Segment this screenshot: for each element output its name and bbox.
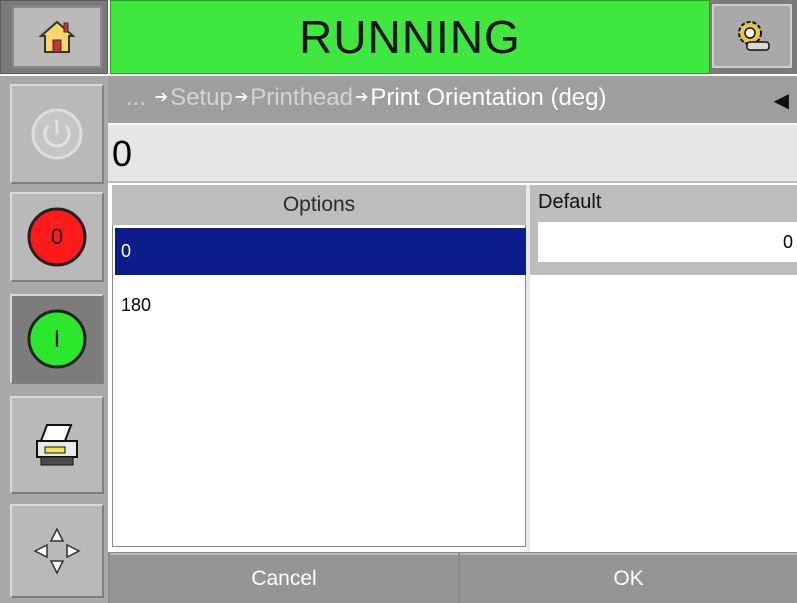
power-icon (31, 108, 83, 160)
cancel-button[interactable]: Cancel (110, 553, 458, 603)
value-field[interactable]: 0 (108, 124, 797, 183)
status-banner: RUNNING (110, 0, 710, 74)
list-item-option-0[interactable]: 0 (115, 228, 529, 275)
red-circle-icon: 0 (27, 207, 87, 267)
breadcrumb-ellipsis[interactable]: ... (126, 84, 146, 111)
breadcrumb-item-setup[interactable]: Setup (170, 84, 233, 111)
options-header: Options (112, 185, 526, 225)
printer-icon (36, 424, 78, 466)
default-value: 0 (538, 222, 797, 262)
green-circle-icon: I (27, 309, 87, 369)
breadcrumb-current: Print Orientation (deg) (370, 84, 607, 111)
start-button[interactable]: I (10, 294, 104, 384)
breadcrumb-item-printhead[interactable]: Printhead (250, 84, 353, 111)
breadcrumb-separator-icon: ➔ (354, 89, 369, 106)
default-label: Default (538, 191, 602, 213)
power-button[interactable] (10, 84, 104, 184)
breadcrumb: ... ➔Setup ➔Printhead ➔Print Orientation (… (108, 76, 797, 123)
default-panel: Default 0 (530, 185, 797, 275)
arrows-icon (33, 527, 81, 575)
gear-wrench-icon (738, 21, 770, 51)
list-item-option-180[interactable]: 180 (115, 282, 529, 329)
stop-button[interactable]: 0 (10, 192, 104, 282)
svg-text:0: 0 (51, 224, 63, 249)
home-icon (39, 20, 75, 53)
options-list[interactable]: 0 180 (112, 225, 529, 547)
breadcrumb-separator-icon: ➔ (154, 89, 169, 106)
home-button[interactable] (12, 6, 102, 68)
svg-text:I: I (54, 326, 61, 353)
navigate-button[interactable] (10, 504, 104, 598)
print-button[interactable] (10, 396, 104, 494)
ok-button[interactable]: OK (460, 553, 797, 603)
breadcrumb-separator-icon: ➔ (234, 89, 249, 106)
tools-button[interactable] (712, 4, 792, 68)
back-triangle-icon[interactable]: ◀ (774, 88, 789, 113)
